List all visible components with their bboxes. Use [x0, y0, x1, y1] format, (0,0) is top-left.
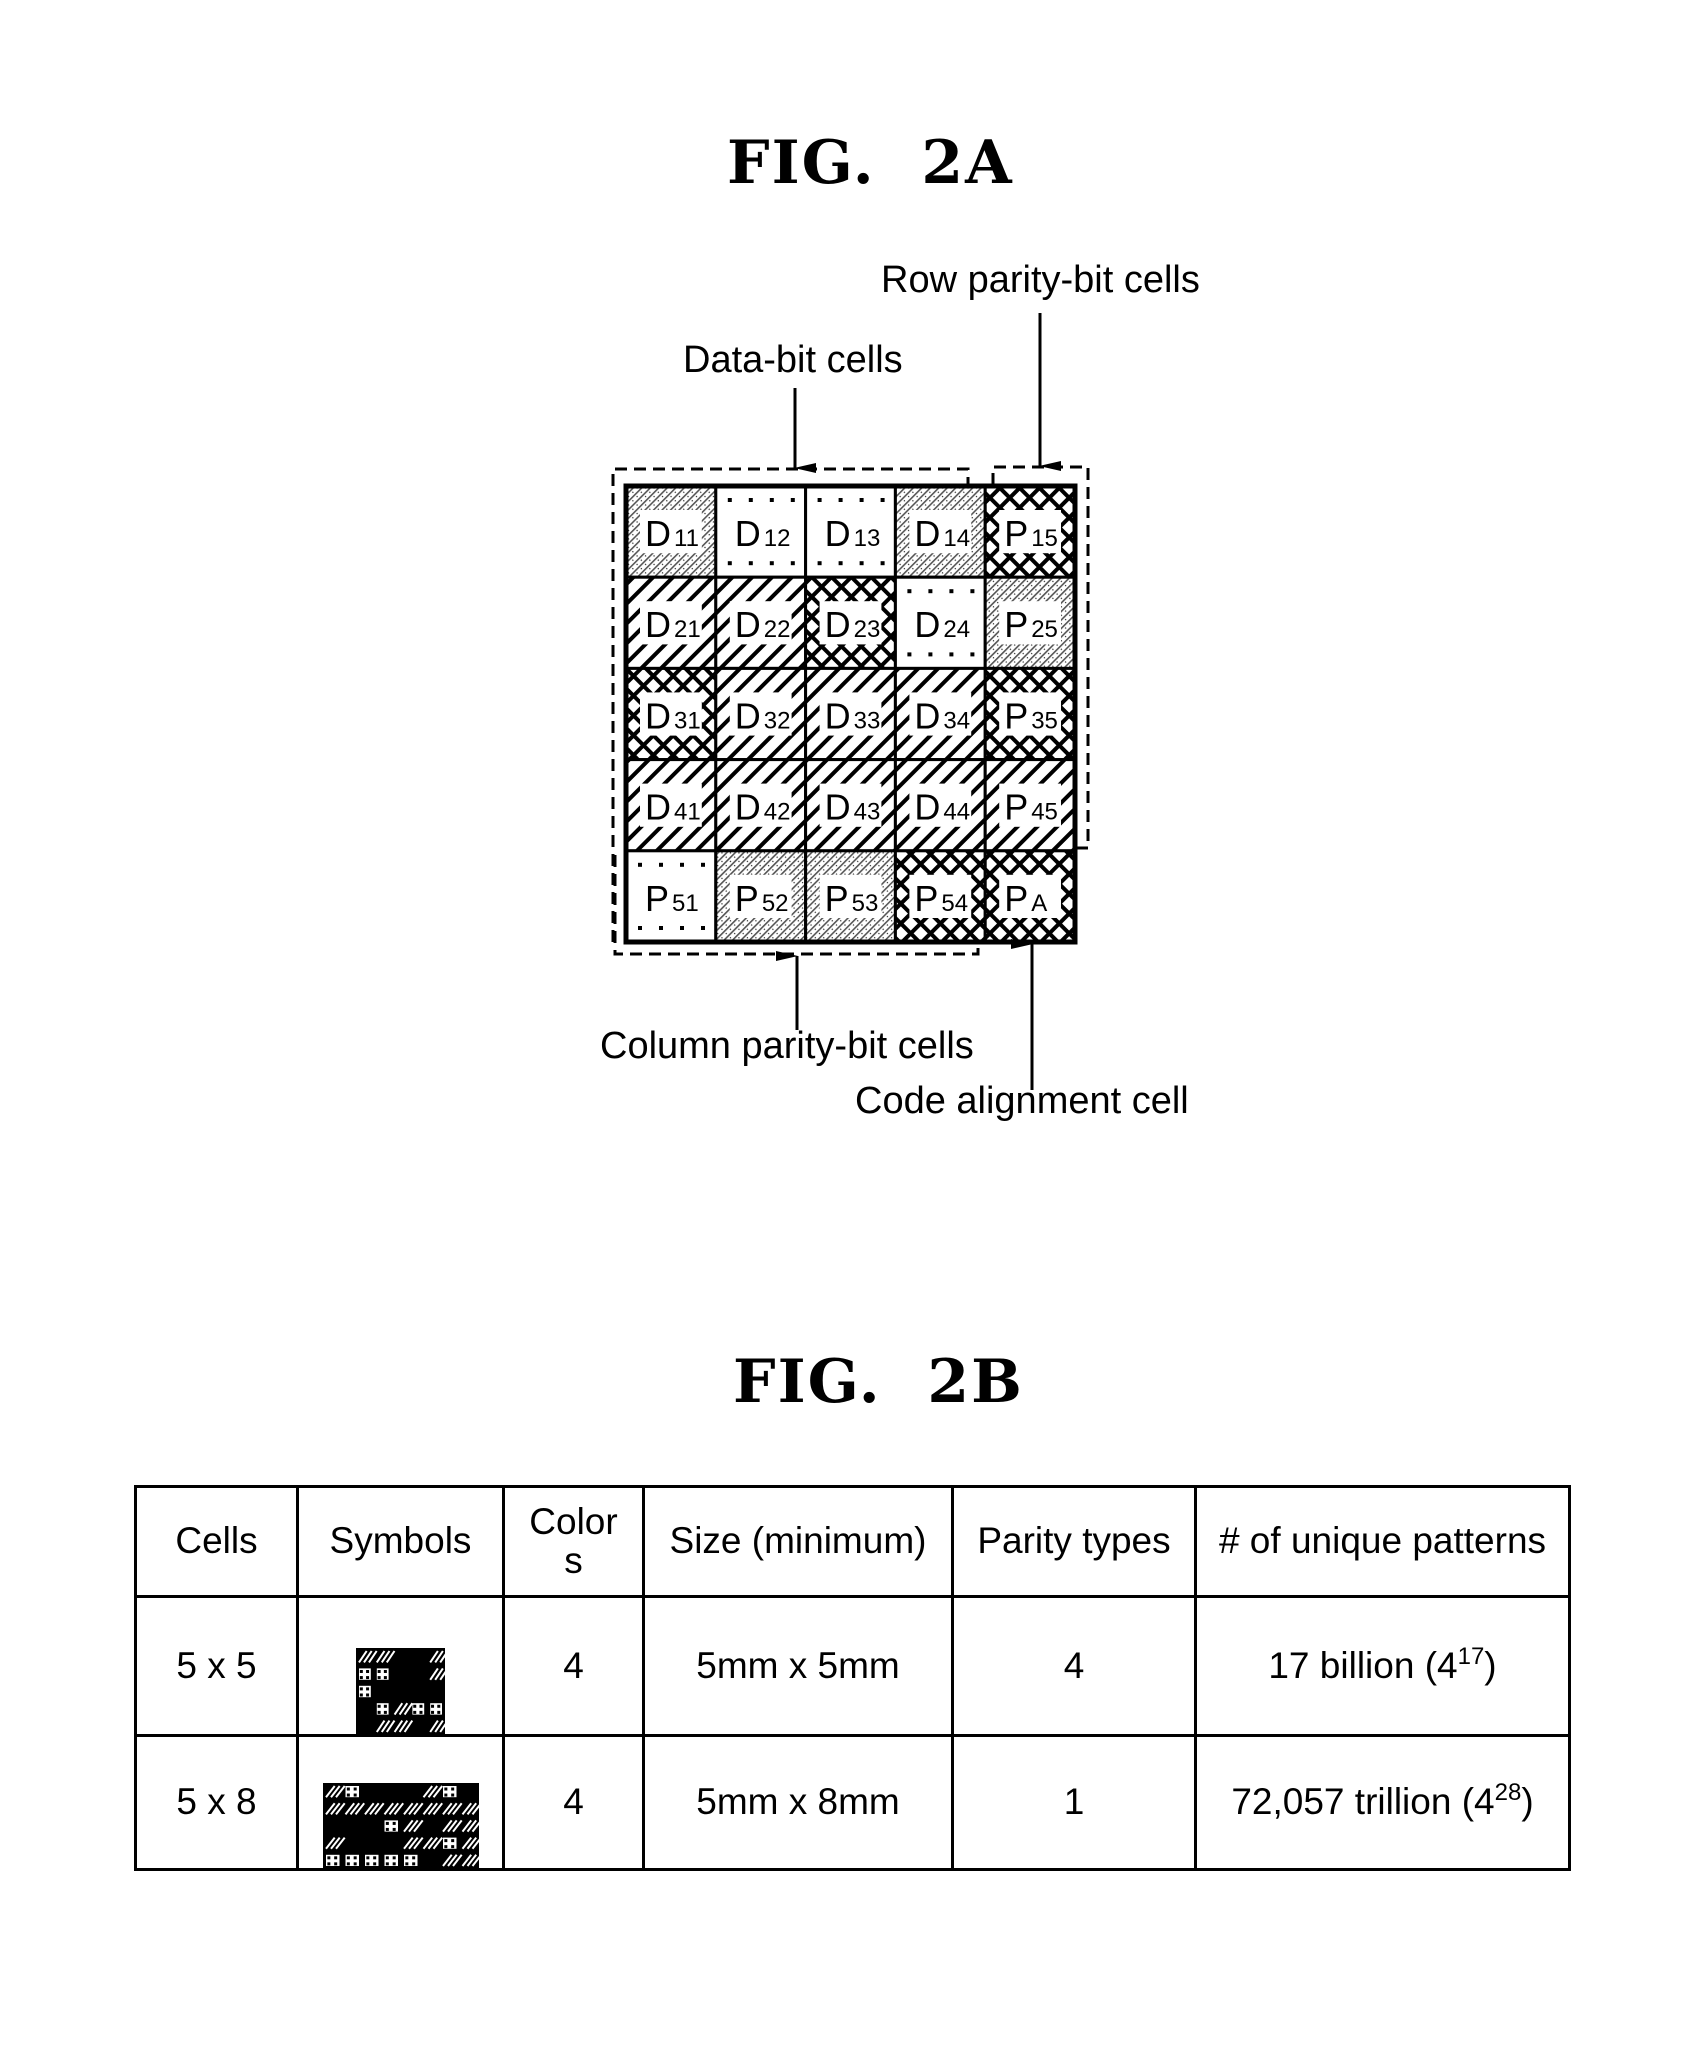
- cell-cells: 5 x 5: [134, 1595, 299, 1737]
- table-row: 5 x 8 4 5mm x 8mm 1 72,057 trillion (428…: [134, 1734, 1571, 1871]
- border-dot: [769, 498, 774, 502]
- grid-cell-p25: P 25: [983, 575, 1077, 670]
- table-row: 5 x 5 4 5mm x 5mm 4 17 billion (417): [134, 1595, 1571, 1737]
- border-dot: [790, 498, 795, 502]
- grid-cell-d34: D 34: [893, 666, 987, 762]
- border-dot: [817, 561, 822, 566]
- grid-cell-d31: D 31: [624, 666, 718, 762]
- border-dot: [907, 589, 912, 594]
- cell-parity: 4: [951, 1595, 1197, 1737]
- grid-cell-p45: P 45: [983, 758, 1077, 853]
- border-dot: [880, 498, 885, 502]
- border-dot: [659, 926, 663, 930]
- cell-size: 5mm x 5mm: [642, 1595, 954, 1737]
- cell-unique-patterns: 72,057 trillion (428): [1194, 1734, 1571, 1871]
- header-symbols: Symbols: [296, 1485, 505, 1598]
- grid-cell-d14: D 14: [893, 484, 987, 579]
- border-dot: [727, 561, 732, 566]
- border-dot: [748, 498, 753, 502]
- border-dot: [949, 589, 954, 594]
- border-dot: [928, 589, 933, 594]
- header-colors-line2: s: [564, 1539, 583, 1581]
- grid-cell-d32: D 32: [714, 666, 808, 762]
- grid-cell-d22: D 22: [714, 575, 808, 670]
- grid-cell-d11: D 11: [624, 484, 718, 579]
- patterns-text: 72,057 trillion (4: [1231, 1781, 1495, 1823]
- cell-symbol: [296, 1734, 505, 1871]
- grid-cell-d44: D 44: [893, 758, 987, 853]
- border-dot: [701, 926, 705, 930]
- cell-size: 5mm x 8mm: [642, 1734, 954, 1871]
- grid-cell-pa: PA: [983, 849, 1077, 944]
- cell-cells: 5 x 8: [134, 1734, 299, 1871]
- border-dot: [970, 589, 975, 594]
- table-header-row: Cells Symbols Color s Size (minimum) Pari…: [134, 1485, 1571, 1598]
- border-dot: [638, 862, 642, 867]
- symbol-thumbnail-5x8: [322, 1783, 479, 1869]
- grid-cell-d33: D 33: [804, 666, 897, 762]
- patterns-text: 17 billion (4: [1268, 1644, 1458, 1686]
- cell-symbol: [296, 1595, 505, 1737]
- border-dot: [949, 652, 954, 657]
- grid-cell-d23: D 23: [804, 575, 897, 670]
- grid-cell-d41: D 41: [624, 758, 718, 853]
- border-dot: [680, 862, 684, 867]
- border-dot: [880, 561, 885, 566]
- border-dot: [769, 561, 774, 566]
- grid-cell-p54: P 54: [893, 849, 987, 944]
- border-dot: [907, 652, 912, 657]
- patterns-close: ): [1521, 1781, 1534, 1823]
- border-dot: [838, 561, 843, 566]
- symbol-thumbnail-5x5: [356, 1648, 445, 1735]
- grid-cell-d43: D 43: [804, 758, 897, 853]
- cell-unique-patterns: 17 billion (417): [1194, 1595, 1571, 1737]
- border-dot: [659, 862, 663, 867]
- grid-cell-d42: D 42: [714, 758, 808, 853]
- grid-cell-p35: P 35: [983, 666, 1077, 762]
- header-unique-patterns: # of unique patterns: [1194, 1485, 1571, 1598]
- grid-cell-d13: D 13: [804, 484, 897, 579]
- border-dot: [838, 498, 843, 502]
- grid-cell-p52: P 52: [714, 849, 808, 944]
- border-dot: [817, 498, 822, 502]
- header-colors-line1: Color: [529, 1500, 618, 1542]
- border-dot: [680, 926, 684, 930]
- cell-parity: 1: [951, 1734, 1197, 1871]
- border-dot: [748, 561, 753, 566]
- border-dot: [638, 926, 642, 930]
- grid-cell-d12: D 12: [714, 484, 808, 579]
- patterns-close: ): [1484, 1644, 1497, 1686]
- patterns-exponent: 17: [1457, 1642, 1485, 1670]
- border-dot: [859, 498, 864, 502]
- border-dot: [859, 561, 864, 566]
- border-dot: [970, 652, 975, 657]
- grid-cell-p53: P 53: [804, 849, 897, 944]
- grid-cell-p15: P 15: [983, 484, 1077, 579]
- border-dot: [928, 652, 933, 657]
- border-dot: [701, 862, 705, 867]
- border-dot: [727, 498, 732, 502]
- cell-grid-diagram: D 11 D 12 D 13 D 14 P 15D 21 D 22 D 23 D 24 P 25D 31 D 32 D 33 D…: [611, 313, 1090, 1090]
- header-cells: Cells: [134, 1485, 299, 1598]
- symbol-spec-table: Cells Symbols Color s Size (minimum) Pari…: [134, 1485, 1571, 1871]
- header-parity-types: Parity types: [951, 1485, 1197, 1598]
- header-colors: Color s: [502, 1485, 645, 1598]
- cell-colors: 4: [502, 1734, 645, 1871]
- cell-colors: 4: [502, 1595, 645, 1737]
- grid-cell-d24: D 24: [893, 575, 987, 670]
- border-dot: [790, 561, 795, 566]
- grid-cell-d21: D 21: [624, 575, 718, 670]
- fig-2b-title: FIG. 2B: [733, 1347, 1024, 1417]
- header-size: Size (minimum): [642, 1485, 954, 1598]
- patterns-exponent: 28: [1494, 1779, 1522, 1807]
- grid-cell-p51: P 51: [624, 849, 718, 944]
